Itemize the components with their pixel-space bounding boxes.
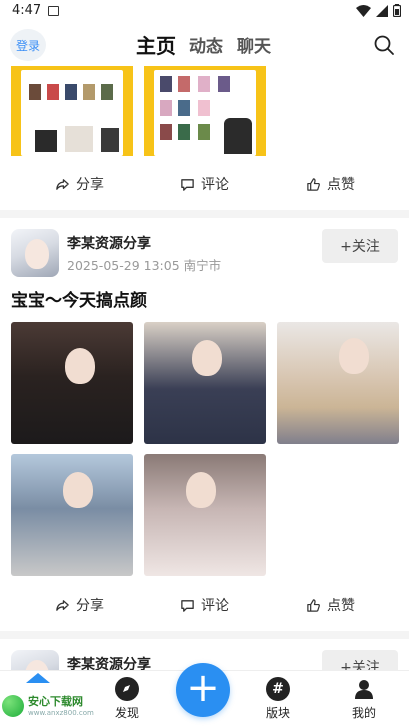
post-image[interactable]	[144, 66, 266, 156]
create-post-button[interactable]: +	[176, 663, 230, 717]
nav-label: 发现	[114, 706, 139, 720]
avatar[interactable]	[11, 650, 59, 670]
comment-button[interactable]: 评论	[180, 595, 229, 615]
nav-label: 我的	[351, 706, 376, 720]
share-button[interactable]: 分享	[55, 595, 104, 615]
author-name[interactable]: 李某资源分享	[67, 654, 151, 670]
tab-dynamics[interactable]: 动态	[189, 32, 223, 57]
home-icon[interactable]	[26, 673, 50, 683]
nav-profile[interactable]: 我的	[334, 677, 394, 721]
post-location: 南宁市	[183, 258, 222, 273]
action-bar: 分享 评论 点赞	[0, 166, 409, 202]
status-bar: 4:47	[0, 0, 409, 24]
post-meta: 2025-05-29 13:05 南宁市	[67, 255, 221, 274]
post-photo[interactable]	[144, 454, 266, 576]
share-label: 分享	[76, 598, 104, 614]
notification-icon	[48, 6, 59, 16]
post-photo[interactable]	[144, 322, 266, 444]
tab-home[interactable]: 主页	[136, 30, 176, 59]
person-icon	[352, 677, 376, 701]
watermark-logo	[2, 695, 24, 717]
search-icon[interactable]	[373, 34, 395, 56]
avatar[interactable]	[11, 229, 59, 277]
comment-icon	[181, 178, 194, 191]
status-time: 4:47	[12, 3, 42, 18]
follow-button[interactable]: +关注	[322, 650, 398, 670]
like-button[interactable]: 点赞	[306, 174, 355, 194]
wifi-icon	[356, 4, 371, 17]
nav-label: 版块	[265, 706, 290, 720]
nav-discover[interactable]: 发现	[97, 677, 157, 721]
like-label: 点赞	[327, 598, 355, 614]
share-label: 分享	[76, 177, 104, 193]
comment-label: 评论	[201, 177, 229, 193]
divider	[0, 210, 409, 218]
watermark-title: 安心下载网	[28, 695, 83, 708]
login-button[interactable]: 登录	[10, 29, 46, 61]
post-photo[interactable]	[11, 322, 133, 444]
post-header: 李某资源分享 2025-05-29 13:05 南宁市 +关注	[0, 229, 409, 285]
bottom-nav: 安心下载网 www.anxz800.com 发现 + # 版块 我的	[0, 663, 409, 727]
photo-face	[65, 348, 95, 384]
photo-face	[63, 472, 93, 508]
compass-icon	[115, 677, 139, 701]
book-list-image	[154, 70, 256, 156]
share-icon	[56, 599, 69, 611]
tab-chat[interactable]: 聊天	[237, 32, 271, 57]
top-nav: 登录 主页 动态 聊天	[0, 24, 409, 66]
like-label: 点赞	[327, 177, 355, 193]
post-photo[interactable]	[277, 322, 399, 444]
share-icon	[56, 178, 69, 190]
author-name[interactable]: 李某资源分享	[67, 233, 151, 253]
post-date: 2025-05-29 13:05	[67, 258, 180, 273]
share-button[interactable]: 分享	[55, 174, 104, 194]
watermark-url: www.anxz800.com	[28, 709, 94, 717]
photo-face	[192, 340, 222, 376]
photo-face	[186, 472, 216, 508]
post-title: 宝宝～今天搞点颜	[11, 291, 147, 311]
photo-face	[339, 338, 369, 374]
comment-icon	[181, 599, 194, 612]
post-photo[interactable]	[11, 454, 133, 576]
signal-icon	[376, 4, 388, 17]
thumbs-up-icon	[307, 177, 320, 191]
comment-label: 评论	[201, 598, 229, 614]
action-bar: 分享 评论 点赞	[0, 587, 409, 623]
follow-button[interactable]: +关注	[322, 229, 398, 263]
battery-icon	[393, 4, 401, 17]
plus-icon: +	[186, 665, 220, 711]
hashtag-icon: #	[266, 677, 290, 701]
comment-button[interactable]: 评论	[180, 174, 229, 194]
thumbs-up-icon	[307, 598, 320, 612]
watermark: 安心下载网 www.anxz800.com	[0, 691, 110, 725]
like-button[interactable]: 点赞	[306, 595, 355, 615]
divider	[0, 631, 409, 639]
status-icons	[356, 4, 401, 17]
nav-boards[interactable]: # 版块	[248, 677, 308, 721]
book-list-image	[21, 70, 123, 156]
post-image[interactable]	[11, 66, 133, 156]
feed[interactable]: 分享 评论 点赞 李某资源分享 2025-05-29 13:05 南宁市 +关注…	[0, 66, 409, 670]
